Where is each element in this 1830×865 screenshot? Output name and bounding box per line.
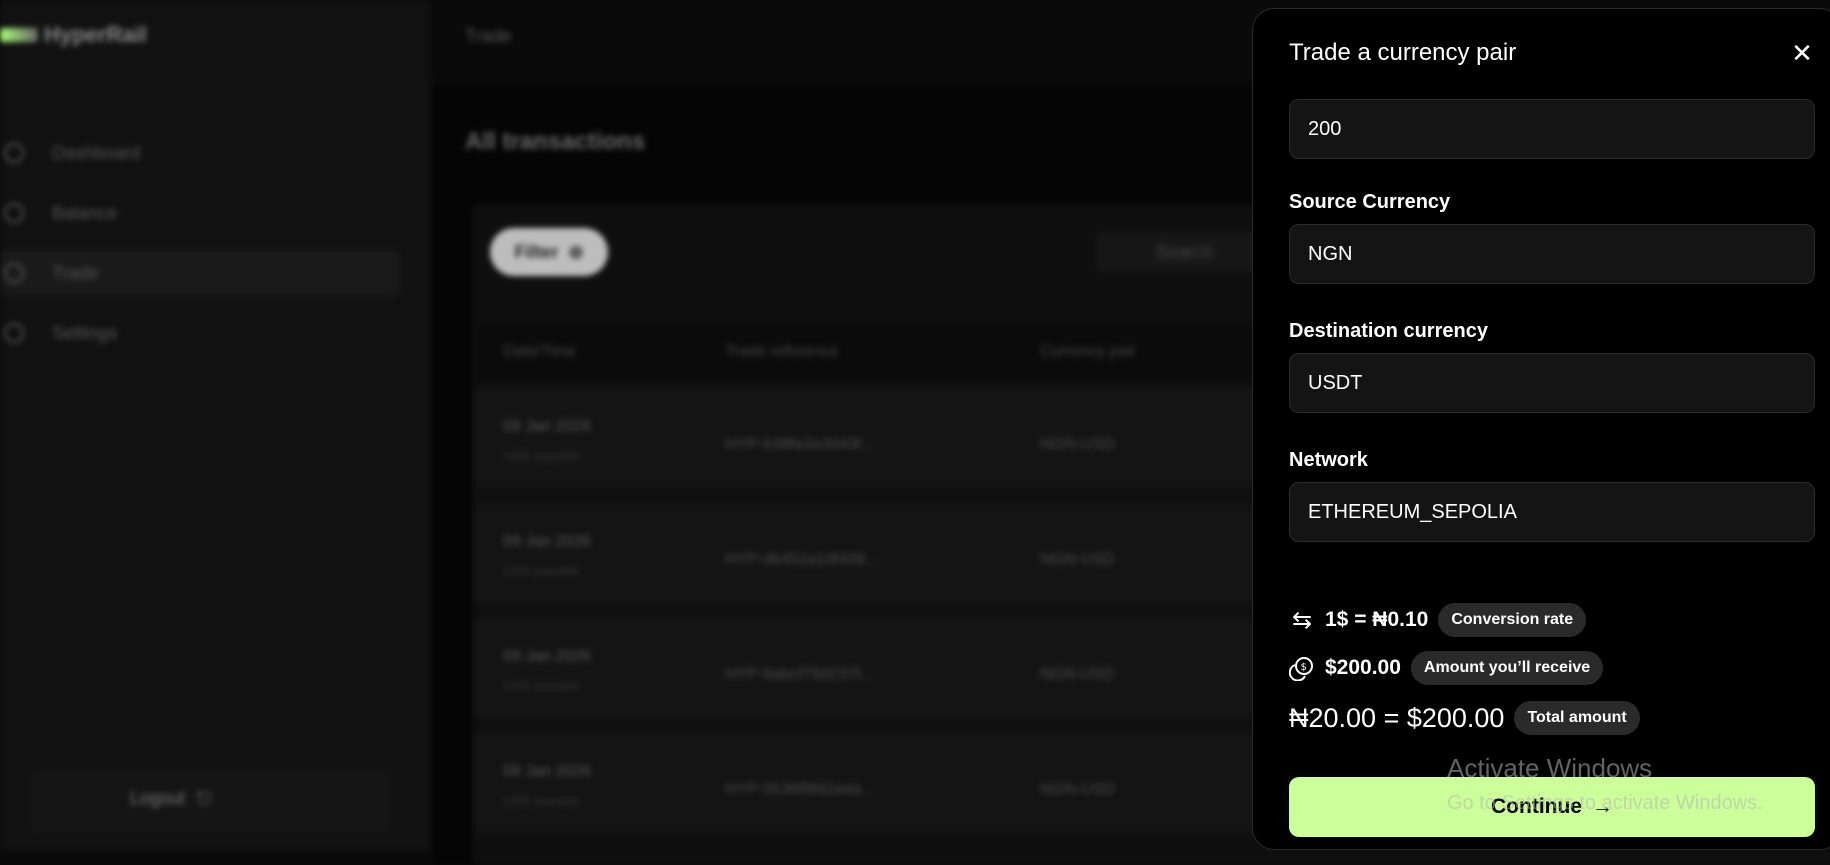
brand-name: HyperRail: [44, 22, 147, 47]
swap-arrows-icon: ⇆: [1291, 606, 1313, 634]
row-pair: NGN-USD: [1040, 551, 1115, 568]
sidebar-nav: Dashboard Balance Trade Settings: [0, 130, 400, 370]
row-subtext: USD payable: [503, 793, 580, 808]
receive-amount-badge: Amount you’ll receive: [1410, 651, 1604, 685]
receive-amount-value: $200.00: [1325, 656, 1401, 679]
logout-icon: ⎋: [197, 788, 212, 808]
sidebar-item-label: Balance: [52, 202, 118, 223]
column-header: Currency pair: [1040, 343, 1137, 360]
close-icon[interactable]: ✕: [1788, 38, 1816, 68]
filter-label: Filter: [514, 241, 559, 262]
column-header: Trade reference: [725, 343, 839, 360]
receive-amount-row: $ $200.00 Amount you’ll receive: [1289, 651, 1604, 685]
filter-icon: ⊜: [568, 241, 584, 262]
activate-windows-title: Activate Windows: [1447, 753, 1653, 783]
destination-currency-select[interactable]: USDT: [1289, 353, 1815, 413]
network-label: Network: [1289, 449, 1368, 471]
logo-mark-icon: [0, 28, 38, 42]
row-subtext: USD payable: [503, 563, 580, 578]
brand-logo: HyperRail: [0, 22, 147, 48]
trade-modal: Trade a currency pair ✕ 200 Source Curre…: [1252, 8, 1830, 850]
logout-label: Logout: [130, 788, 186, 808]
svg-text:$: $: [1301, 662, 1307, 673]
total-amount-badge: Total amount: [1514, 701, 1640, 735]
row-date: 09 Jan 2026: [503, 648, 592, 665]
row-reference: HYP-b38fa3a3043f...: [725, 436, 875, 453]
modal-title: Trade a currency pair: [1289, 39, 1517, 66]
total-amount-row: ₦20.00 = $200.00 Total amount: [1289, 701, 1640, 735]
activate-windows-subtitle: Go to Settings to activate Windows.: [1447, 792, 1763, 814]
row-reference: HYP-8abcf79d237f...: [725, 666, 874, 683]
row-subtext: USD payable: [503, 448, 580, 463]
column-header: Date/Time: [503, 343, 577, 360]
row-subtext: USD payable: [503, 678, 580, 693]
source-currency-label: Source Currency: [1289, 191, 1451, 213]
sidebar: HyperRail Dashboard Balance Trade Settin…: [0, 0, 430, 851]
destination-currency-label: Destination currency: [1289, 320, 1488, 342]
sidebar-item-dashboard[interactable]: Dashboard: [0, 130, 400, 176]
total-amount-value: ₦20.00 = $200.00: [1289, 702, 1505, 733]
row-date: 09 Jan 2026: [503, 763, 592, 780]
filter-button[interactable]: Filter ⊜: [490, 228, 608, 276]
wallet-icon: [4, 203, 24, 223]
source-currency-select[interactable]: NGN: [1289, 224, 1815, 284]
row-pair: NGN-USD: [1040, 666, 1115, 683]
logout-button[interactable]: Logout ⎋: [130, 788, 211, 809]
home-icon: [4, 143, 24, 163]
conversion-rate-row: ⇆ 1$ = ₦0.10 Conversion rate: [1289, 603, 1587, 637]
coins-icon: $: [1289, 655, 1315, 681]
gear-icon: [4, 323, 24, 343]
sidebar-item-balance[interactable]: Balance: [0, 190, 400, 236]
amount-field[interactable]: 200: [1289, 99, 1815, 159]
row-reference: HYP-5536f9fd2a4a...: [725, 781, 875, 798]
conversion-rate-value: 1$ = ₦0.10: [1325, 608, 1429, 631]
sidebar-item-trade[interactable]: Trade: [0, 250, 400, 296]
sidebar-item-label: Dashboard: [52, 142, 141, 163]
conversion-rate-badge: Conversion rate: [1438, 603, 1587, 637]
row-pair: NGN-USD: [1040, 436, 1115, 453]
page-title: Trade: [465, 26, 512, 46]
sidebar-item-label: Settings: [52, 322, 118, 343]
row-date: 09 Jan 2026: [503, 418, 592, 435]
row-date: 09 Jan 2026: [503, 533, 592, 550]
section-title: All transactions: [465, 128, 646, 155]
sidebar-item-settings[interactable]: Settings: [0, 310, 400, 356]
row-reference: HYP-d6452a19f436...: [725, 551, 879, 568]
trade-icon: [4, 263, 24, 283]
row-pair: NGN-USD: [1040, 781, 1115, 798]
sidebar-item-label: Trade: [52, 262, 99, 283]
network-select[interactable]: ETHEREUM_SEPOLIA: [1289, 482, 1815, 542]
